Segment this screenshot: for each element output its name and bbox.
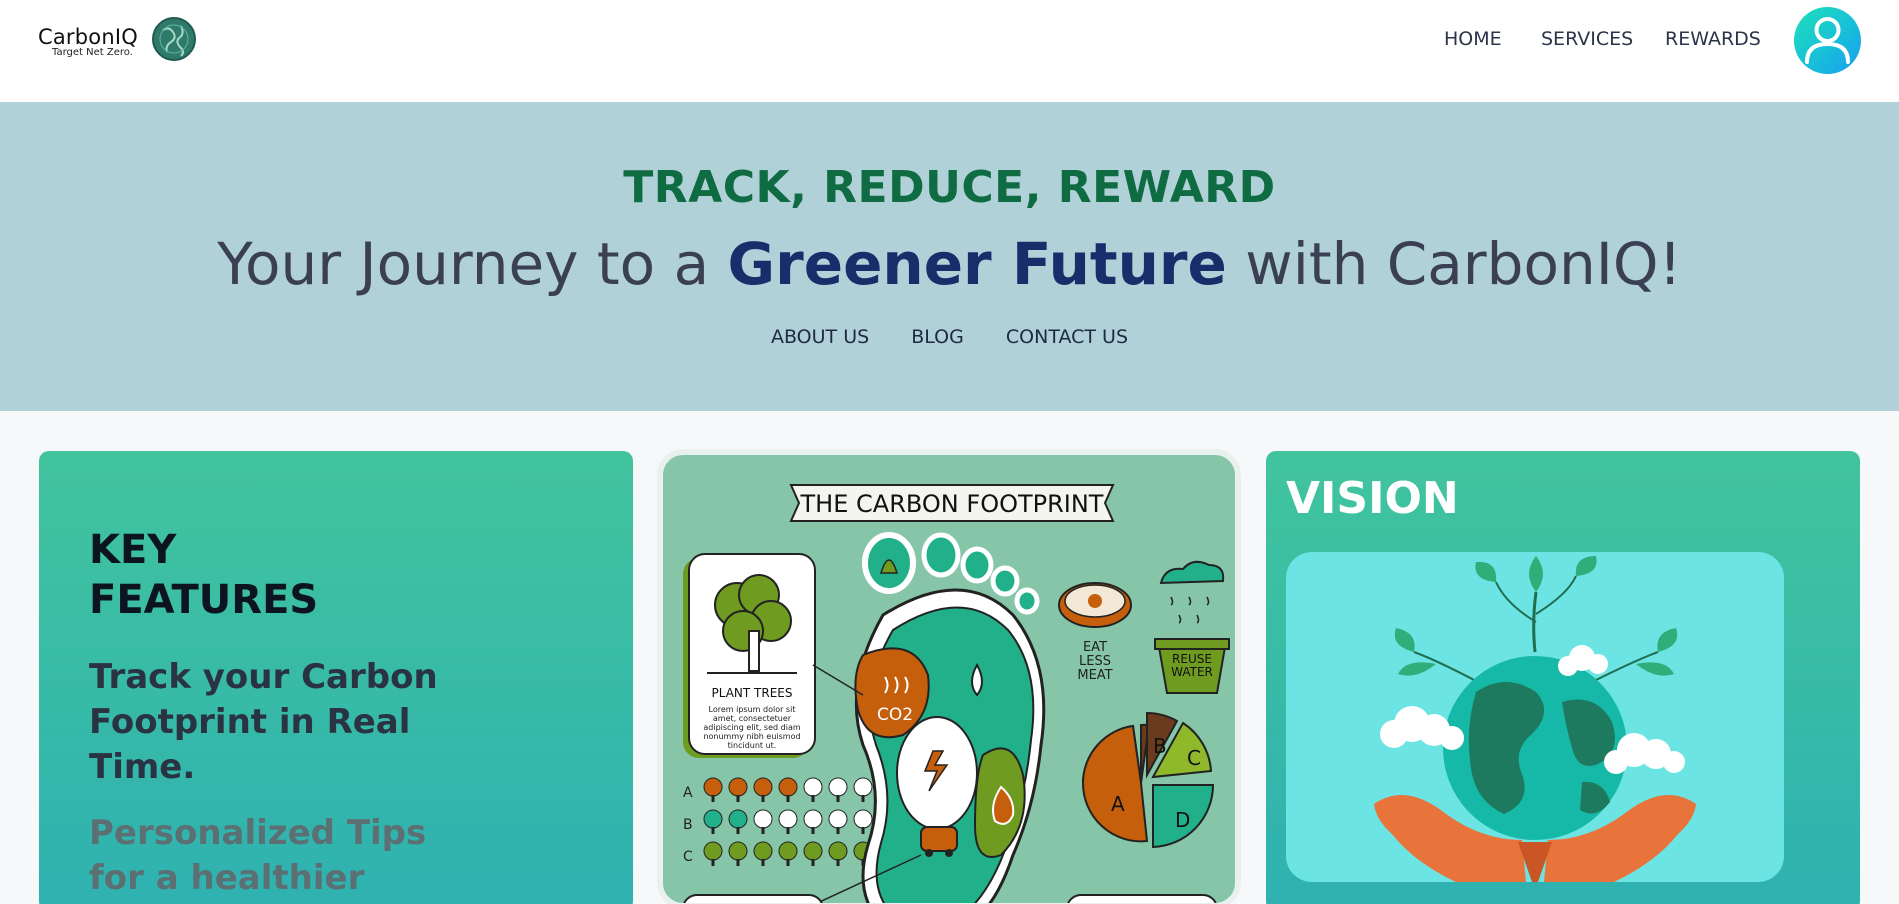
nav-rewards-link[interactable]: REWARDS — [1665, 28, 1761, 50]
hero-banner: TRACK, REDUCE, REWARD Your Journey to a … — [0, 102, 1899, 411]
feature-item-tracking: Track your Carbon Footprint in Real Time… — [89, 657, 438, 787]
infographic-title: THE CARBON FOOTPRINT — [800, 490, 1104, 518]
carbon-footprint-infographic: THE CARBON FOOTPRINT PLANT TREES Lorem i… — [657, 449, 1241, 904]
tree-rating-icon — [853, 809, 873, 829]
tree-rating-icon — [778, 809, 798, 829]
tree-rating-rows — [703, 777, 873, 866]
tree-rating-icon — [828, 841, 848, 861]
hero-title: Your Journey to a Greener Future with Ca… — [0, 230, 1899, 298]
hero-title-highlight: Greener Future — [727, 230, 1227, 298]
tree-rating-icon — [778, 841, 798, 861]
plant-trees-label: PLANT TREES — [712, 686, 793, 700]
tree-rating-icon — [853, 777, 873, 797]
carbon-footprint-illustration: THE CARBON FOOTPRINT PLANT TREES Lorem i… — [683, 484, 1230, 903]
footprint-pie-chart: A B C D — [1081, 711, 1215, 849]
co2-label: CO2 — [877, 705, 913, 725]
pie-label-a: A — [1111, 792, 1125, 816]
tree-rating-icon — [728, 777, 748, 797]
vision-illustration — [1286, 552, 1784, 882]
hero-title-before: Your Journey to a — [217, 230, 728, 298]
eat-less-meat-label: EAT LESS MEAT — [1077, 641, 1113, 683]
pie-label-d: D — [1175, 808, 1190, 832]
blog-link[interactable]: BLOG — [911, 326, 964, 348]
user-icon — [1805, 17, 1850, 64]
globe-logo-icon — [152, 17, 196, 61]
vision-title: VISION — [1286, 473, 1459, 524]
nav-services-link[interactable]: SERVICES — [1541, 28, 1633, 50]
tree-rating-icon — [703, 841, 723, 861]
tree-rating-icon — [728, 841, 748, 861]
vision-card: VISION — [1266, 451, 1860, 904]
user-avatar-button[interactable] — [1794, 7, 1861, 74]
plant-trees-body: Lorem ipsum dolor sit amet, consectetuer… — [703, 705, 801, 750]
brand-logo[interactable]: CarbonIQ Target Net Zero. — [36, 16, 201, 64]
key-features-title: KEY FEATURES — [89, 527, 319, 623]
nav-home-link[interactable]: HOME — [1444, 28, 1502, 50]
row-label-b: B — [683, 817, 693, 833]
contact-us-link[interactable]: CONTACT US — [1006, 326, 1128, 348]
tree-rating-icon — [828, 809, 848, 829]
tree-rating-icon — [803, 809, 823, 829]
tree-rating-icon — [703, 809, 723, 829]
row-label-a: A — [683, 785, 693, 801]
site-header: CarbonIQ Target Net Zero. HOME SERVICES … — [0, 0, 1899, 102]
key-features-card: KEY FEATURES Track your Carbon Footprint… — [39, 451, 633, 904]
tree-rating-icon — [803, 777, 823, 797]
tree-rating-icon — [753, 809, 773, 829]
brand-name: CarbonIQ — [38, 25, 138, 49]
feature-item-tips: Personalized Tips for a healthier — [89, 813, 427, 898]
tree-rating-icon — [728, 809, 748, 829]
about-us-link[interactable]: ABOUT US — [771, 326, 869, 348]
tree-rating-icon — [753, 841, 773, 861]
tree-rating-icon — [803, 841, 823, 861]
pie-label-b: B — [1153, 734, 1167, 758]
tree-rating-icon — [828, 777, 848, 797]
row-label-c: C — [683, 849, 693, 865]
tree-rating-icon — [753, 777, 773, 797]
brand-tagline: Target Net Zero. — [52, 47, 133, 58]
tree-rating-icon — [778, 777, 798, 797]
pie-label-c: C — [1187, 746, 1201, 770]
globe-in-hands-icon — [1374, 556, 1696, 882]
hero-kicker: TRACK, REDUCE, REWARD — [623, 162, 1276, 213]
hero-title-after: with CarbonIQ! — [1226, 230, 1682, 298]
reuse-water-label: REUSE WATER — [1171, 653, 1213, 679]
hero-links: ABOUT US BLOG CONTACT US — [0, 326, 1899, 348]
tree-rating-icon — [703, 777, 723, 797]
